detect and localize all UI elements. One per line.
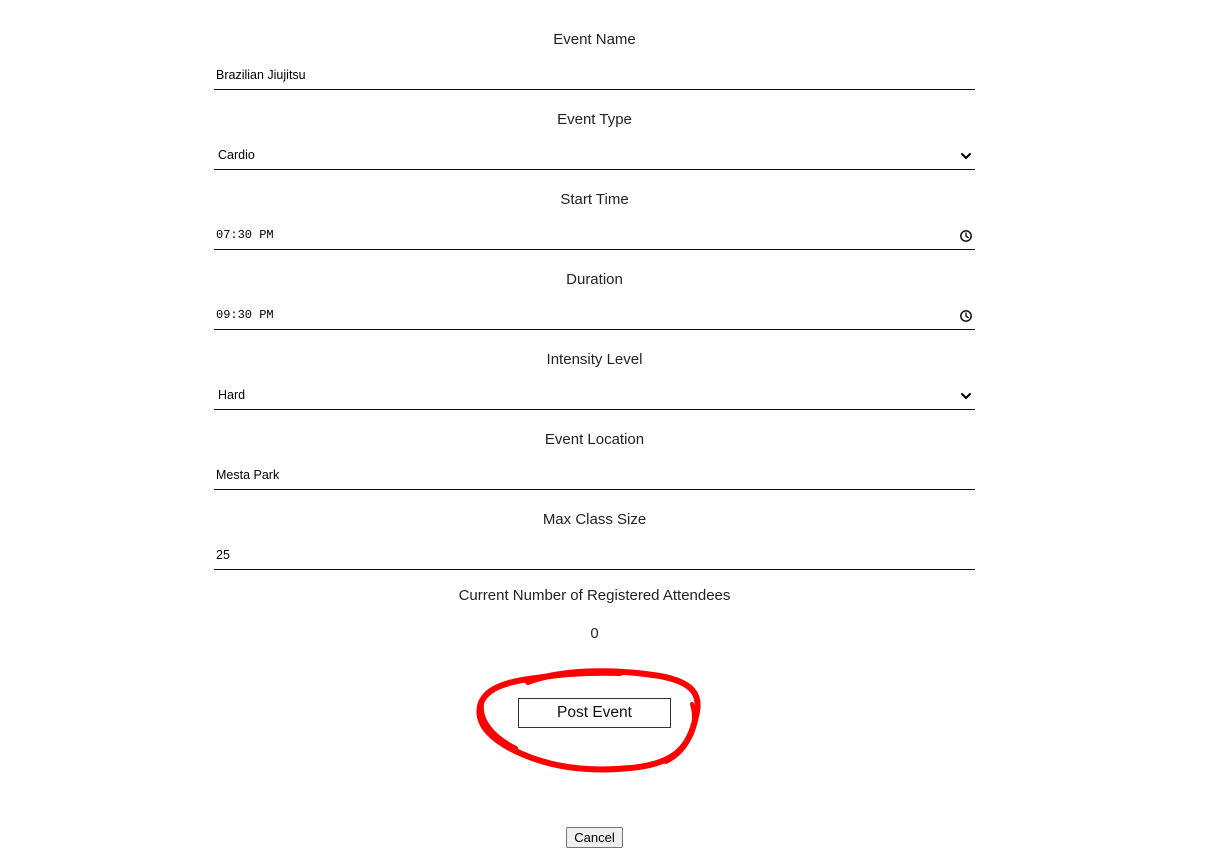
- max-class-size-label: Max Class Size: [542, 511, 647, 528]
- intensity-level-label: Intensity Level: [546, 351, 643, 368]
- event-name-field: Event Name Brazilian Jiujitsu: [214, 0, 975, 90]
- attendees-label: Current Number of Registered Attendees: [458, 587, 731, 604]
- event-type-label: Event Type: [557, 111, 632, 128]
- duration-label: Duration: [566, 271, 623, 288]
- attendees-count: 0: [590, 625, 599, 642]
- max-class-size-value: 25: [216, 548, 230, 562]
- start-time-field: Start Time 07:30 PM: [214, 160, 975, 250]
- max-class-size-field: Max Class Size 25: [214, 480, 975, 570]
- cancel-button[interactable]: Cancel: [566, 827, 623, 848]
- event-name-label: Event Name: [553, 31, 636, 48]
- event-location-label: Event Location: [544, 431, 645, 448]
- post-event-button[interactable]: Post Event: [518, 698, 671, 728]
- start-time-label: Start Time: [560, 191, 629, 208]
- event-location-field: Event Location Mesta Park: [214, 400, 975, 490]
- intensity-level-field: Intensity Level Hard: [214, 320, 975, 410]
- event-form: Event Name Brazilian Jiujitsu Event Type…: [214, 0, 975, 642]
- duration-field: Duration 09:30 PM: [214, 240, 975, 330]
- max-class-size-input[interactable]: 25: [214, 542, 975, 570]
- event-type-field: Event Type Cardio: [214, 80, 975, 170]
